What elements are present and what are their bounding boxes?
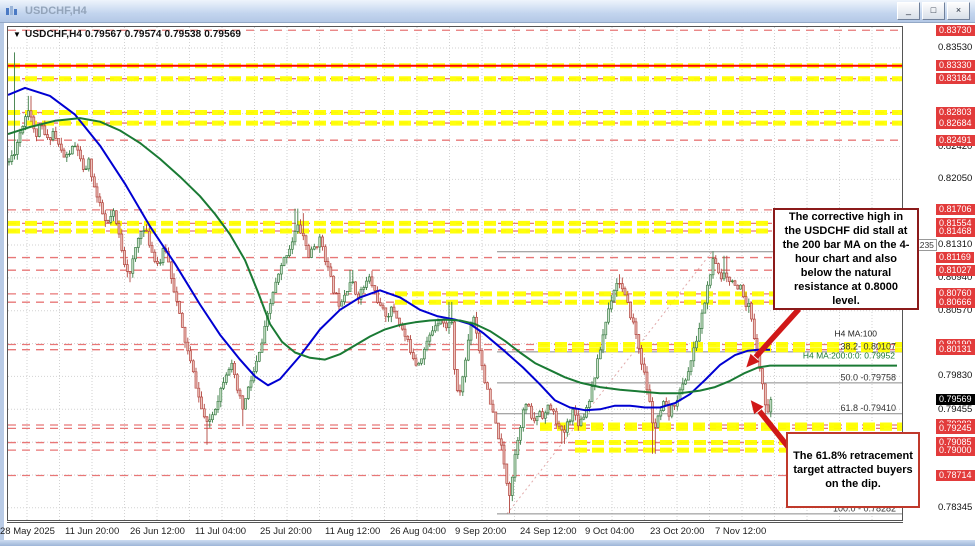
chart-plot-area[interactable]: H4 MA:100 H4 MA:200:0:0: 0.79952 38.2- 0.8… (7, 26, 903, 521)
price-badge: 0.78714 (936, 469, 975, 481)
date-label: 9 Oct 04:00 (585, 526, 635, 537)
fib-level-label: 61.8 -0.79410 (840, 403, 896, 413)
date-label: 7 Nov 12:00 (715, 526, 767, 537)
candlestick-chart[interactable]: H4 MA:100 H4 MA:200:0:0: 0.7995238.2- 0.8… (8, 27, 902, 520)
fib-level-label: 50.0 -0.79758 (840, 372, 896, 382)
price-badge: 0.81027 (936, 264, 975, 276)
price-tick-label: 0.79830 (938, 370, 973, 382)
fib-level-label: 38.2- 0.80107 (840, 341, 896, 351)
ohlc-low: 0.79538 (164, 29, 202, 40)
date-label: 28 May 2025 (0, 526, 55, 537)
price-badge: 0.80131 (936, 344, 975, 356)
symbol-dropdown-icon[interactable]: ▼ (13, 30, 21, 39)
ma-100-blue-label: H4 MA:100 (834, 328, 877, 338)
window-titlebar[interactable]: USDCHF,H4 _ □ × (0, 0, 975, 23)
price-badge: 0.83730 (936, 24, 975, 36)
date-label: 26 Aug 04:00 (390, 526, 446, 537)
annotation-box-resistance[interactable]: The corrective high in the USDCHF did st… (773, 208, 919, 310)
price-badge: 0.81468 (936, 225, 975, 237)
date-label: 24 Sep 12:00 (520, 526, 577, 537)
ohlc-close: 0.79569 (204, 29, 242, 40)
price-badge: 0.82684 (936, 117, 975, 129)
minimize-button[interactable]: _ (897, 2, 920, 20)
ohlc-open: 0.79567 (84, 29, 122, 40)
price-badge: 0.81169 (936, 252, 974, 264)
date-label: 11 Jul 04:00 (195, 526, 247, 537)
price-badge: 0.82491 (936, 134, 975, 146)
price-badge: 0.79569 (936, 394, 975, 406)
bull-candle-wicks (8, 52, 772, 502)
symbol-ohlc-header: ▼ USDCHF,H4 0.79567 0.79574 0.79538 0.795… (13, 29, 241, 40)
date-label: 26 Jun 12:00 (130, 526, 185, 537)
date-label: 9 Sep 20:00 (455, 526, 507, 537)
price-badge: 0.82803 (936, 107, 975, 118)
close-button[interactable]: × (947, 2, 970, 20)
price-tick-label: 0.81310 (938, 239, 973, 251)
price-badge: 0.83330 (936, 60, 975, 72)
price-badge: 0.79000 (936, 444, 975, 456)
window-title: USDCHF,H4 (25, 5, 87, 17)
price-tick-label: 0.78345 (938, 502, 973, 514)
ma-200-green-label: H4 MA:200:0:0: 0.79952 (803, 351, 895, 361)
annotation-box2-text: The 61.8% retracement target attracted b… (793, 449, 913, 491)
price-badge: 0.79245 (936, 422, 975, 434)
price-tick-label: 0.79455 (938, 403, 973, 415)
date-label: 23 Oct 20:00 (650, 526, 705, 537)
annotation-box1-text: The corrective high in the USDCHF did st… (782, 210, 910, 308)
price-badge: 0.80666 (936, 296, 975, 308)
window-bottom-frame (0, 540, 975, 546)
ohlc-high: 0.79574 (124, 29, 162, 40)
price-tick-label: 0.83530 (938, 41, 973, 53)
annotation-box-retracement[interactable]: The 61.8% retracement target attracted b… (786, 432, 920, 508)
price-badge: 0.83184 (936, 73, 975, 85)
date-label: 11 Jun 20:00 (65, 526, 120, 537)
restore-button[interactable]: □ (922, 2, 945, 20)
symbol-label: USDCHF,H4 (25, 29, 83, 40)
date-label: 11 Aug 12:00 (325, 526, 381, 537)
price-badge: 0.81706 (936, 204, 975, 216)
price-tick-label: 0.82050 (938, 173, 973, 185)
time-axis[interactable]: 28 May 2025 11 Jun 20:00 26 Jun 12:00 11 Ju… (0, 522, 903, 540)
date-label: 25 Jul 20:00 (260, 526, 312, 537)
chart-icon (6, 6, 17, 15)
